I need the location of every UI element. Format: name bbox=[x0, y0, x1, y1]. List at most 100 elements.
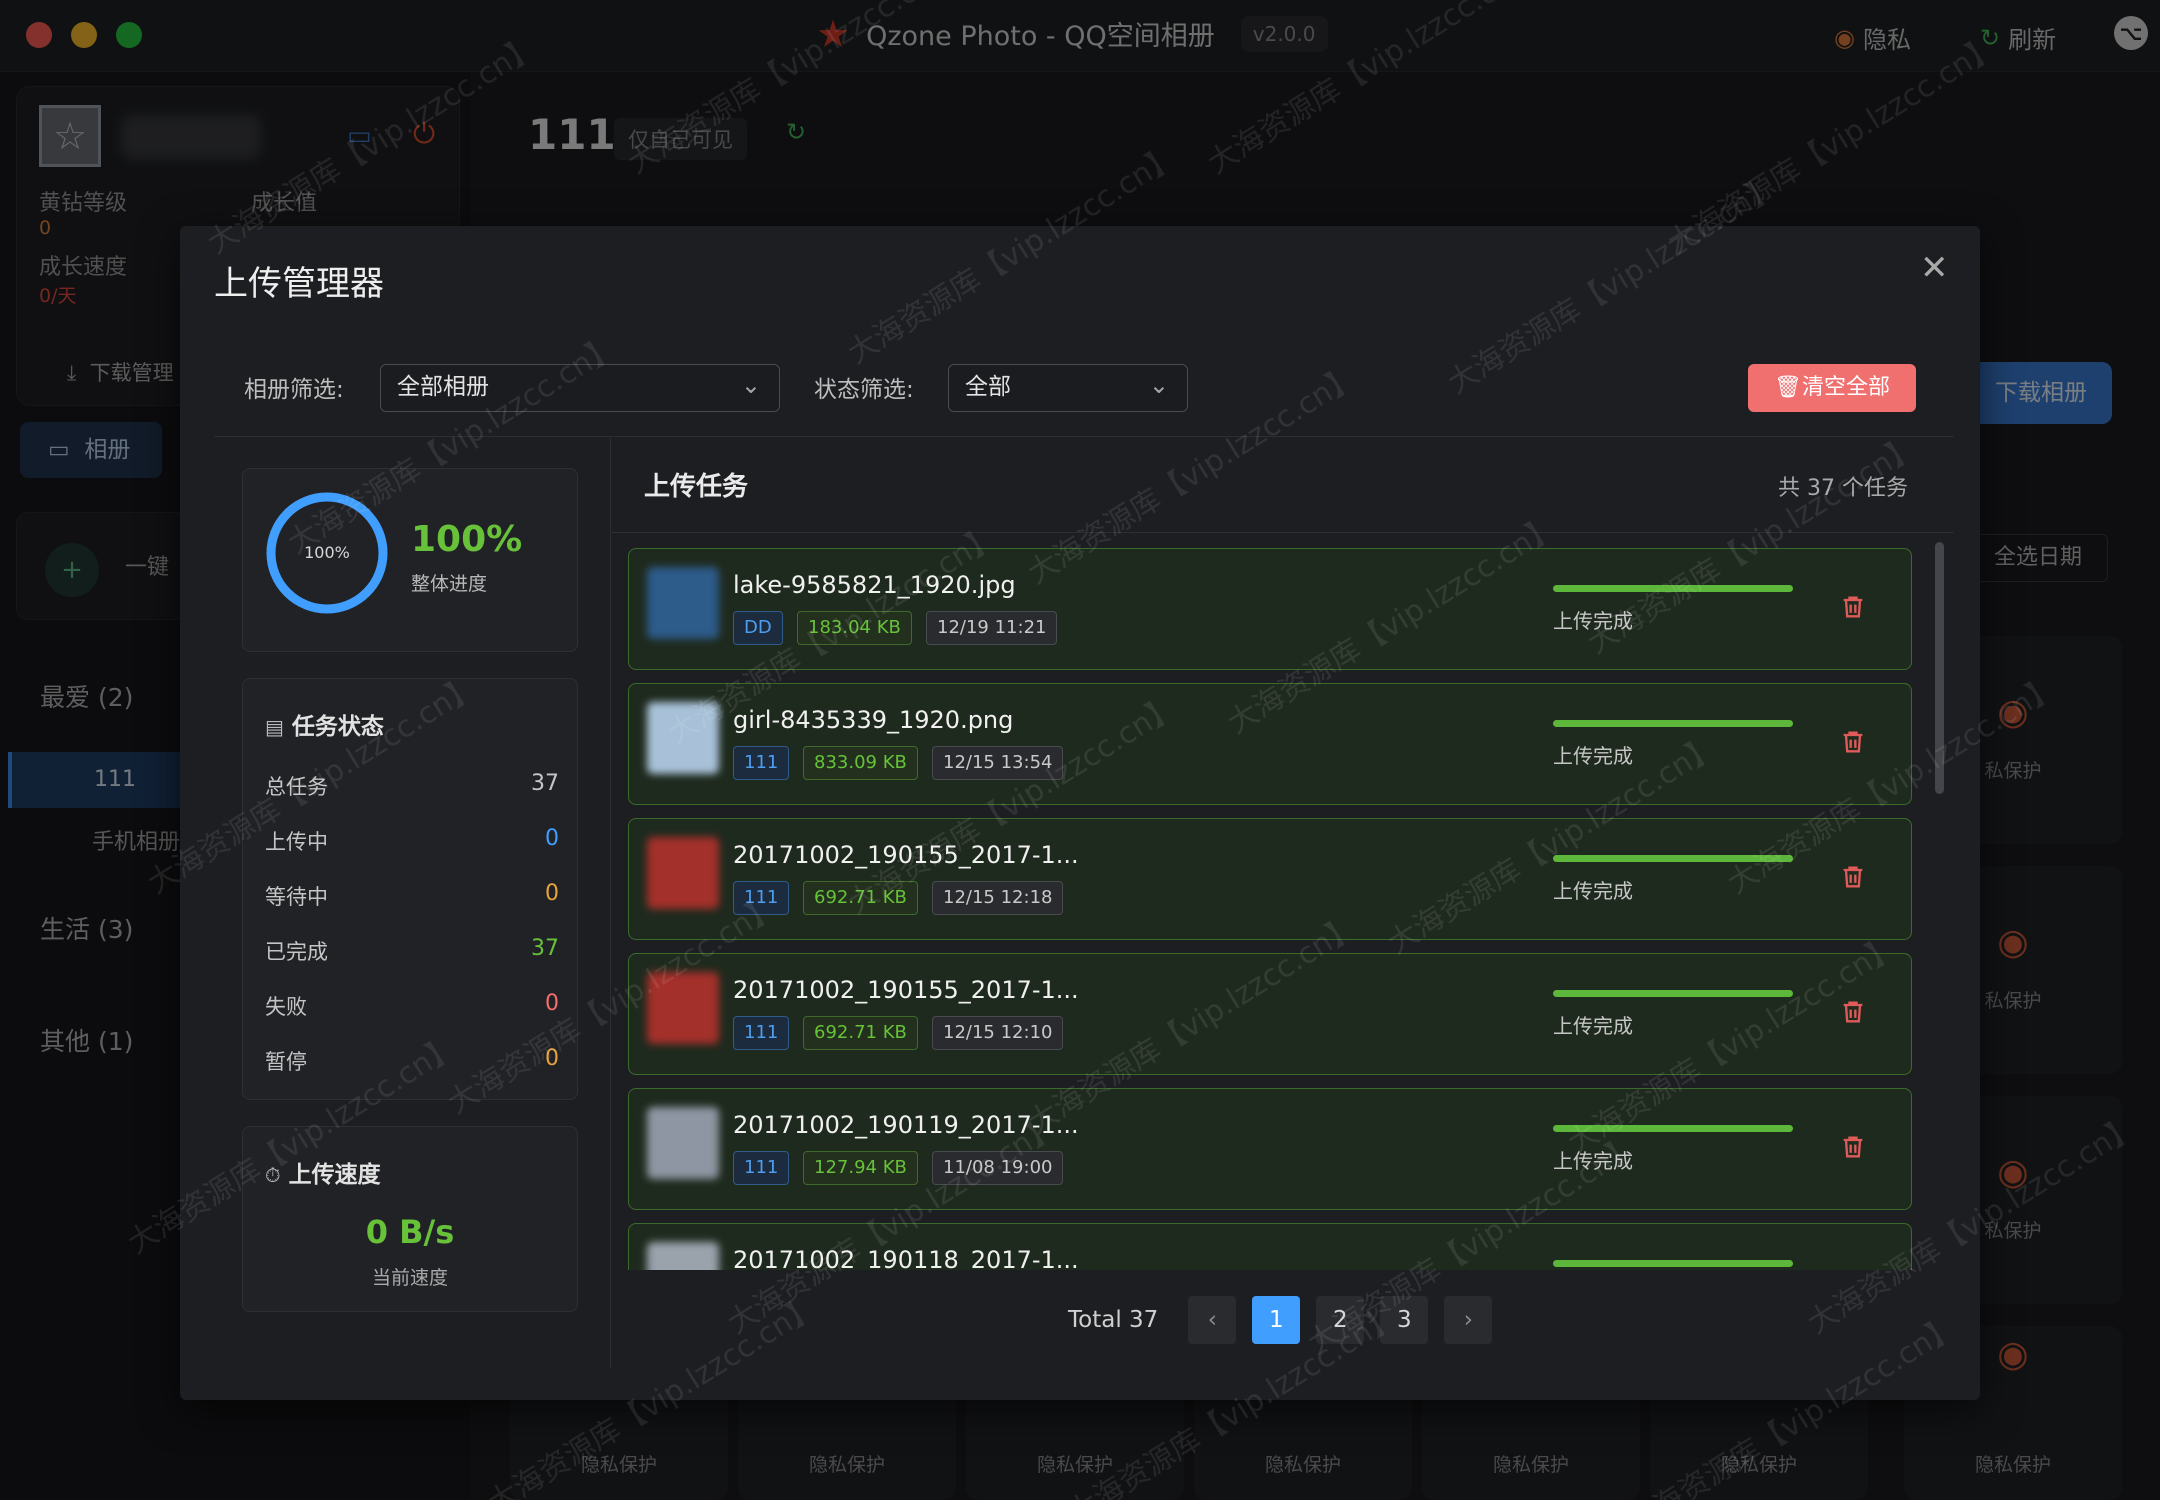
status-row: 暂停 0 bbox=[265, 1046, 559, 1076]
upload-task-item[interactable]: 20171002_190155_2017-1... 111 692.71 KB 12/… bbox=[628, 818, 1912, 940]
timer-icon: ⏱ bbox=[265, 1163, 281, 1187]
progress-bar bbox=[1553, 855, 1793, 862]
upload-task-item[interactable]: 20171002_190118_2017-1...111上传完成 bbox=[628, 1223, 1912, 1270]
speed-value: 0 B/s bbox=[365, 1213, 455, 1251]
status-row-label: 暂停 bbox=[265, 1050, 307, 1074]
album-tag: 111 bbox=[733, 1151, 790, 1185]
delete-task-icon[interactable] bbox=[1839, 1268, 1867, 1270]
prev-page-button[interactable]: ‹ bbox=[1188, 1296, 1237, 1344]
status-filter-select[interactable]: 全部 ⌄ bbox=[948, 364, 1188, 412]
status-row-label: 上传中 bbox=[265, 830, 328, 854]
upload-task-item[interactable]: 20171002_190119_2017-1... 111 127.94 KB 11/… bbox=[628, 1088, 1912, 1210]
album-filter-value: 全部相册 bbox=[397, 374, 489, 400]
upload-task-item[interactable]: girl-8435339_1920.png 111 833.09 KB 12/15 1… bbox=[628, 683, 1912, 805]
delete-task-icon[interactable] bbox=[1839, 593, 1867, 621]
status-filter-value: 全部 bbox=[965, 374, 1011, 400]
status-row-value: 0 bbox=[545, 826, 559, 851]
file-name: 20171002_190155_2017-1... bbox=[733, 976, 1079, 1004]
scrollbar[interactable] bbox=[1935, 542, 1944, 794]
file-size-tag: 692.71 KB bbox=[803, 881, 918, 915]
album-tag: 111 bbox=[733, 881, 790, 915]
divider bbox=[214, 436, 1954, 437]
file-name: 20171002_190119_2017-1... bbox=[733, 1111, 1079, 1139]
speed-label: 当前速度 bbox=[371, 1267, 448, 1289]
upload-task-item[interactable]: 20171002_190155_2017-1... 111 692.71 KB 12/… bbox=[628, 953, 1912, 1075]
status-row-label: 总任务 bbox=[265, 775, 328, 799]
overall-progress-label: 整体进度 bbox=[411, 573, 488, 595]
chevron-down-icon: ⌄ bbox=[1148, 371, 1169, 399]
progress-ring-text: 100% bbox=[304, 543, 350, 562]
task-count: 共 37 个任务 bbox=[1778, 476, 1908, 501]
status-row: 上传中 0 bbox=[265, 826, 559, 856]
status-row-value: 0 bbox=[545, 991, 559, 1016]
file-size-tag: 127.94 KB bbox=[803, 1151, 918, 1185]
status-row-value: 37 bbox=[531, 936, 559, 961]
task-list-title: 上传任务 bbox=[644, 472, 749, 502]
thumbnail-image bbox=[647, 1107, 719, 1179]
album-filter-select[interactable]: 全部相册 ⌄ bbox=[380, 364, 780, 412]
upload-status: 上传完成 bbox=[1553, 879, 1633, 903]
time-tag: 12/15 12:18 bbox=[932, 881, 1064, 915]
file-name: 20171002_190155_2017-1... bbox=[733, 841, 1079, 869]
status-row-label: 等待中 bbox=[265, 885, 328, 909]
album-tag: 111 bbox=[733, 746, 790, 780]
pagination-total: Total 37 bbox=[1068, 1307, 1159, 1333]
delete-task-icon[interactable] bbox=[1839, 998, 1867, 1026]
clear-all-button[interactable]: 🗑清空全部 bbox=[1748, 364, 1916, 412]
pagination: Total 37 ‹ 1 2 3 › bbox=[1068, 1296, 1493, 1344]
thumbnail-image bbox=[647, 1242, 719, 1270]
overall-percent: 100% bbox=[411, 519, 523, 560]
delete-task-icon[interactable] bbox=[1839, 728, 1867, 756]
overall-progress-panel: 100% 100% 整体进度 bbox=[242, 468, 578, 652]
album-tag: DD bbox=[733, 611, 783, 645]
time-tag: 11/08 19:00 bbox=[932, 1151, 1064, 1185]
status-row-value: 37 bbox=[531, 771, 559, 796]
file-size-tag: 692.71 KB bbox=[803, 1016, 918, 1050]
file-name: 20171002_190118_2017-1... bbox=[733, 1246, 1079, 1270]
time-tag: 12/19 11:21 bbox=[926, 611, 1058, 645]
status-row: 失败 0 bbox=[265, 991, 559, 1021]
file-size-tag: 183.04 KB bbox=[797, 611, 912, 645]
progress-bar bbox=[1553, 720, 1793, 727]
upload-speed-title: ⏱ 上传速度 bbox=[265, 1162, 381, 1188]
dialog-title: 上传管理器 bbox=[214, 264, 384, 304]
progress-bar bbox=[1553, 1260, 1793, 1267]
file-name: lake-9585821_1920.jpg bbox=[733, 571, 1016, 599]
upload-status: 上传完成 bbox=[1553, 609, 1633, 633]
time-tag: 12/15 13:54 bbox=[932, 746, 1064, 780]
status-row-label: 已完成 bbox=[265, 940, 328, 964]
page-button-3[interactable]: 3 bbox=[1380, 1296, 1429, 1344]
task-status-title: ▤ 任务状态 bbox=[265, 714, 384, 740]
upload-task-item[interactable]: lake-9585821_1920.jpg DD 183.04 KB 12/19 11… bbox=[628, 548, 1912, 670]
divider bbox=[612, 532, 1954, 533]
thumbnail-image bbox=[647, 837, 719, 909]
status-row-value: 0 bbox=[545, 881, 559, 906]
chart-icon: ▤ bbox=[265, 715, 284, 739]
upload-speed-panel: ⏱ 上传速度 0 B/s 当前速度 bbox=[242, 1126, 578, 1312]
page-button-1[interactable]: 1 bbox=[1252, 1296, 1301, 1344]
page-button-2[interactable]: 2 bbox=[1316, 1296, 1365, 1344]
status-row: 已完成 37 bbox=[265, 936, 559, 966]
chevron-down-icon: ⌄ bbox=[740, 371, 761, 399]
album-tag: 111 bbox=[733, 1016, 790, 1050]
delete-task-icon[interactable] bbox=[1839, 863, 1867, 891]
time-tag: 12/15 12:10 bbox=[932, 1016, 1064, 1050]
thumbnail-image bbox=[647, 567, 719, 639]
task-list[interactable]: lake-9585821_1920.jpg DD 183.04 KB 12/19 11… bbox=[628, 548, 1920, 1270]
trash-icon: 🗑 bbox=[1774, 375, 1802, 400]
upload-status: 上传完成 bbox=[1553, 1014, 1633, 1038]
thumbnail-image bbox=[647, 972, 719, 1044]
upload-status: 上传完成 bbox=[1553, 744, 1633, 768]
status-row-label: 失败 bbox=[265, 995, 307, 1019]
status-row: 总任务 37 bbox=[265, 771, 559, 801]
divider bbox=[610, 438, 611, 1368]
file-name: girl-8435339_1920.png bbox=[733, 706, 1014, 734]
upload-manager-dialog: 上传管理器 ✕ 相册筛选: 全部相册 ⌄ 状态筛选: 全部 ⌄ 🗑清空全部 10… bbox=[180, 226, 1980, 1400]
status-filter-label: 状态筛选: bbox=[814, 377, 914, 403]
delete-task-icon[interactable] bbox=[1839, 1133, 1867, 1161]
progress-bar bbox=[1553, 1125, 1793, 1132]
status-row-value: 0 bbox=[545, 1046, 559, 1071]
next-page-button[interactable]: › bbox=[1444, 1296, 1493, 1344]
progress-bar bbox=[1553, 990, 1793, 997]
close-icon[interactable]: ✕ bbox=[1920, 248, 1949, 288]
